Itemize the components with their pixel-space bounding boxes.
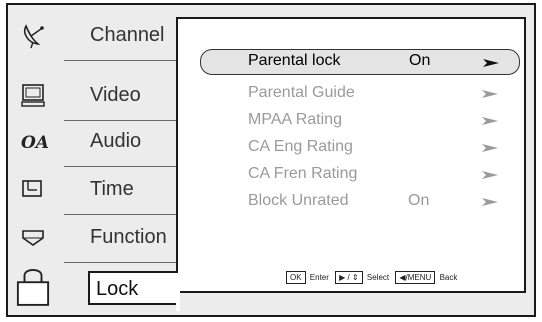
audio-icon: OA bbox=[21, 133, 49, 153]
svg-text:OA: OA bbox=[21, 133, 49, 153]
menu-row-parental-guide[interactable]: Parental Guide bbox=[200, 81, 520, 107]
sidebar-item-label: Lock bbox=[96, 278, 139, 300]
select-key-hint: ▶ / ⇕ bbox=[335, 271, 363, 284]
sidebar-item-label: Channel bbox=[90, 24, 165, 46]
menu-row-label: CA Eng Rating bbox=[248, 138, 353, 155]
menu-row-label: Parental lock bbox=[248, 52, 341, 69]
arrow-right-icon bbox=[482, 90, 498, 98]
monitor-icon bbox=[21, 84, 45, 107]
menu-row-block-unrated[interactable]: Block Unrated On bbox=[200, 189, 520, 215]
satellite-dish-icon bbox=[23, 24, 44, 49]
clock-icon bbox=[22, 180, 42, 197]
padlock-icon bbox=[16, 269, 50, 306]
sidebar-item-label: Audio bbox=[90, 130, 142, 152]
sidebar-item-video[interactable]: Video bbox=[8, 73, 178, 121]
sidebar-item-channel[interactable]: Channel bbox=[8, 13, 178, 61]
arrow-right-icon bbox=[482, 117, 498, 125]
menu-row-label: MPAA Rating bbox=[248, 111, 342, 128]
sidebar-item-label: Function bbox=[90, 226, 167, 248]
menu-row-label: Parental Guide bbox=[248, 84, 355, 101]
sidebar-item-function[interactable]: Function bbox=[8, 215, 178, 263]
enter-hint-label: Enter bbox=[309, 273, 329, 282]
sidebar-item-time[interactable]: Time bbox=[8, 167, 178, 215]
arrow-right-icon bbox=[482, 171, 498, 179]
ok-key-hint: OK bbox=[286, 271, 306, 284]
divider bbox=[64, 262, 176, 263]
menu-row-ca-fren-rating[interactable]: CA Fren Rating bbox=[200, 162, 520, 188]
menu-row-value: On bbox=[409, 52, 431, 69]
menu-row-mpaa-rating[interactable]: MPAA Rating bbox=[200, 108, 520, 134]
tab-panel-joint bbox=[176, 273, 180, 311]
arrow-right-icon bbox=[482, 198, 498, 206]
back-key-hint: ◀/MENU bbox=[395, 271, 436, 284]
tv-menu-screen: Channel Video OA Audio Time Function Loc… bbox=[6, 3, 536, 317]
menu-row-label: CA Fren Rating bbox=[248, 165, 358, 182]
divider bbox=[64, 60, 176, 61]
select-hint-label: Select bbox=[366, 273, 390, 282]
sidebar-item-label: Video bbox=[90, 84, 141, 106]
sidebar-item-audio[interactable]: OA Audio bbox=[8, 119, 178, 167]
sidebar-item-lock[interactable]: Lock bbox=[8, 269, 180, 317]
sidebar-item-label: Time bbox=[90, 178, 134, 200]
back-hint-label: Back bbox=[439, 273, 458, 282]
menu-row-value: On bbox=[408, 192, 430, 209]
menu-row-ca-eng-rating[interactable]: CA Eng Rating bbox=[200, 135, 520, 161]
menu-row-label: Block Unrated bbox=[248, 192, 349, 209]
arrow-right-icon bbox=[482, 144, 498, 152]
key-hints: OK Enter ▶ / ⇕ Select ◀/MENU Back bbox=[286, 271, 461, 285]
menu-row-parental-lock[interactable]: Parental lock On bbox=[200, 49, 520, 75]
function-icon bbox=[22, 230, 44, 246]
arrow-right-icon bbox=[483, 59, 499, 67]
lock-settings-panel: Parental lock On Parental Guide MPAA Rat… bbox=[176, 17, 526, 293]
